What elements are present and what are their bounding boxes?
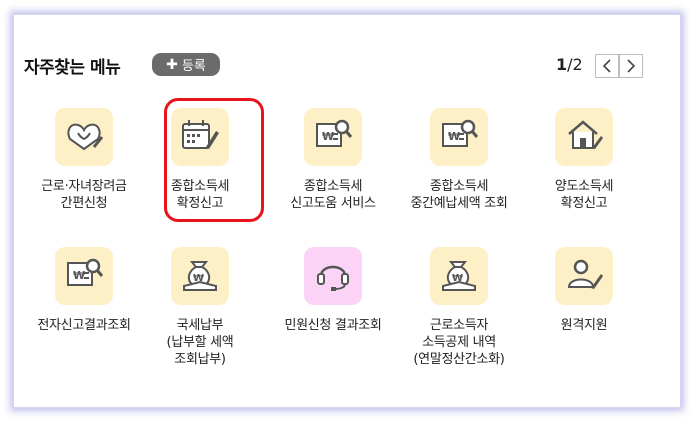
- menu-item-label-line: 소득공제 내역: [422, 335, 496, 350]
- menu-item-label-line: 중간예납세액 조회: [410, 196, 508, 211]
- person-pen-icon: [564, 256, 604, 296]
- plus-icon: ✚: [166, 56, 178, 73]
- menu-item-label[interactable]: 원격지원: [514, 317, 654, 334]
- svg-text:₩: ₩: [73, 269, 85, 282]
- house-icon: [564, 117, 604, 157]
- chevron-left-icon: [602, 59, 611, 73]
- document-search-icon: ₩: [439, 117, 479, 157]
- menu-item-icon-button[interactable]: ₩: [430, 247, 488, 305]
- menu-item-icon-button[interactable]: ₩: [171, 247, 229, 305]
- svg-text:₩: ₩: [322, 130, 334, 143]
- register-label: 등록: [181, 59, 206, 74]
- selection-highlight: [164, 98, 264, 222]
- menu-item-label-line: 신고도움 서비스: [290, 196, 376, 211]
- menu-item-label-line: 종합소득세: [303, 179, 363, 194]
- menu-item-label[interactable]: 근로소득자소득공제 내역 (연말정산간소화): [389, 317, 529, 368]
- menu-item-label-line: 민원신청 결과조회: [284, 318, 382, 333]
- document-search-icon: ₩: [64, 256, 104, 296]
- heart-hands-icon: [64, 117, 104, 157]
- menu-item-label-line: 종합소득세: [429, 179, 489, 194]
- document-search-icon: ₩: [313, 117, 353, 157]
- menu-item-label[interactable]: 양도소득세확정신고: [514, 178, 654, 212]
- page-indicator: 1/2: [556, 55, 583, 74]
- menu-item-label-line: 확정신고: [560, 196, 608, 211]
- menu-item-label-line: 조회납부): [174, 352, 226, 367]
- menu-item-icon-button[interactable]: [304, 247, 362, 305]
- headset-icon: [313, 256, 353, 296]
- menu-item-icon-button[interactable]: ₩: [304, 108, 362, 166]
- menu-item-icon-button[interactable]: ₩: [430, 108, 488, 166]
- chevron-right-icon: [627, 59, 636, 73]
- menu-item-label[interactable]: 종합소득세신고도움 서비스: [263, 178, 403, 212]
- register-button[interactable]: ✚ 등록: [152, 53, 220, 76]
- menu-item-label-line: 원격지원: [560, 318, 608, 333]
- page-total: /2: [567, 55, 583, 74]
- svg-text:₩: ₩: [448, 130, 460, 143]
- menu-item-label-line: 양도소득세: [554, 179, 614, 194]
- money-bag-icon: ₩: [439, 256, 479, 296]
- menu-item-label-line: 국세납부: [176, 318, 224, 333]
- menu-item-icon-button[interactable]: [55, 108, 113, 166]
- menu-item-icon-button[interactable]: [555, 108, 613, 166]
- page-current: 1: [556, 55, 568, 74]
- menu-item-label[interactable]: 민원신청 결과조회: [263, 317, 403, 334]
- menu-item-label-line: 근로소득자: [429, 318, 489, 333]
- prev-page-button[interactable]: [595, 54, 619, 78]
- money-bag-icon: ₩: [180, 256, 220, 296]
- menu-item-icon-button[interactable]: ₩: [55, 247, 113, 305]
- menu-item-label[interactable]: 국세납부 (납부할 세액조회납부): [130, 317, 270, 368]
- frequent-menu-panel: 자주찾는 메뉴 ✚ 등록 1/2 근로·자녀장려금 간편신청 종합소득세 확정신고 ₩ 종…: [13, 14, 681, 408]
- menu-item-label-line: (납부할 세액: [166, 335, 234, 350]
- next-page-button[interactable]: [619, 54, 643, 78]
- menu-item-icon-button[interactable]: [555, 247, 613, 305]
- menu-item-label[interactable]: 종합소득세중간예납세액 조회: [389, 178, 529, 212]
- section-title: 자주찾는 메뉴: [24, 58, 121, 78]
- menu-item-label-line: (연말정산간소화): [413, 352, 505, 367]
